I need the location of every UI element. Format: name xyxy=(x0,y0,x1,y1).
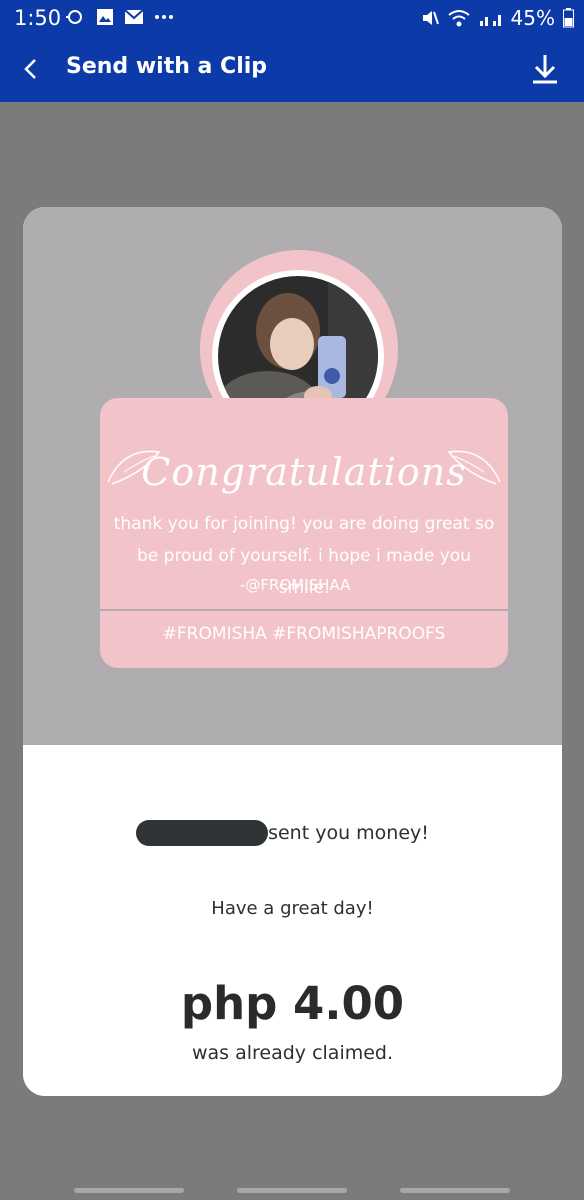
greeting-text: Have a great day! xyxy=(211,898,374,919)
clip-card: Congratulations thank you for joining! y… xyxy=(23,207,562,1096)
battery-icon xyxy=(563,8,574,28)
download-button[interactable] xyxy=(528,50,562,88)
download-icon xyxy=(533,55,557,84)
mail-icon xyxy=(124,9,144,24)
status-bar: 1:50 45% xyxy=(0,0,584,36)
sync-icon xyxy=(66,10,82,24)
status-time: 1:50 xyxy=(14,6,62,30)
home-pill[interactable] xyxy=(237,1188,347,1193)
back-icon xyxy=(24,59,36,79)
clip-signature: -@FROMISHAA xyxy=(240,576,351,594)
mute-icon xyxy=(422,11,439,25)
system-icons: 45% xyxy=(421,6,574,30)
divider xyxy=(100,609,508,611)
clip-message-line: thank you for joining! you are doing gre… xyxy=(113,514,495,534)
battery-percent: 45% xyxy=(510,6,555,30)
claim-status: was already claimed. xyxy=(191,1042,394,1064)
clip-message-line: be proud of yourself. i hope i made you … xyxy=(137,546,471,598)
back-pill[interactable] xyxy=(400,1188,510,1193)
clip-hashtags: #FROMISHA #FROMISHAPROOFS xyxy=(162,624,446,644)
sender-line: sent you money! xyxy=(23,820,562,846)
navigation-gesture-bar xyxy=(0,1176,584,1200)
redacted-sender-name xyxy=(136,820,269,846)
notification-icons xyxy=(64,8,174,26)
transfer-details: sent you money! Have a great day! php 4.… xyxy=(23,745,562,1096)
sent-message: sent you money! xyxy=(268,822,429,844)
clip-message-panel: Congratulations thank you for joining! y… xyxy=(100,398,508,668)
wifi-icon xyxy=(447,10,470,27)
more-notifications-icon xyxy=(155,15,173,19)
back-button[interactable] xyxy=(14,52,46,86)
clip-image-area: Congratulations thank you for joining! y… xyxy=(23,207,562,745)
gallery-icon xyxy=(97,9,113,25)
clip-heading: Congratulations xyxy=(141,450,467,494)
app-bar: Send with a Clip xyxy=(0,36,584,102)
amount: php 4.00 xyxy=(180,977,405,1030)
page-title: Send with a Clip xyxy=(66,54,268,79)
recent-apps-pill[interactable] xyxy=(74,1188,184,1193)
signal-icon xyxy=(479,15,501,26)
